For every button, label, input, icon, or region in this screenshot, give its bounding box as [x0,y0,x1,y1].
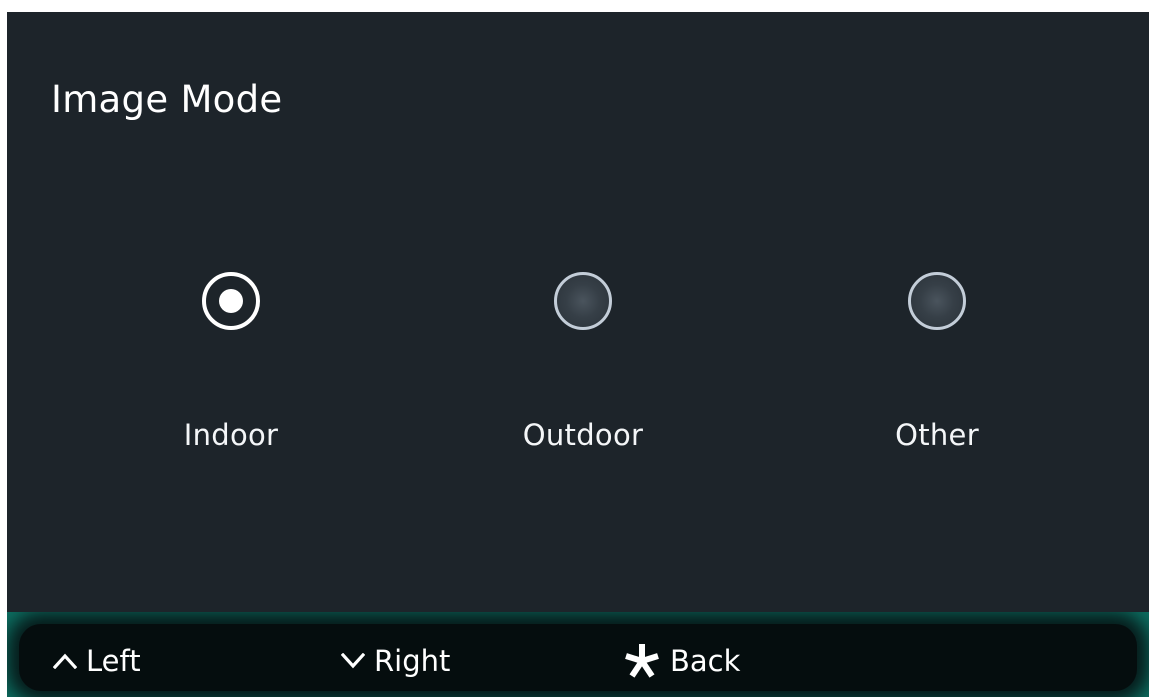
option-outdoor[interactable]: Outdoor [463,270,703,480]
back-key-hint[interactable]: Back [623,640,740,682]
option-indoor[interactable]: Indoor [111,270,351,480]
option-other[interactable]: Other [817,270,1057,480]
key-hint-bar: Left Right Back [7,612,1149,697]
radio-other[interactable] [908,272,966,330]
option-label-other: Other [895,418,979,452]
image-mode-screen: Image Mode Indoor Outdoor Other Left Rig… [7,12,1149,697]
option-label-indoor: Indoor [183,418,279,452]
image-mode-options: Indoor Outdoor Other [7,12,1149,612]
asterisk-icon [623,642,661,680]
option-label-outdoor: Outdoor [522,418,644,452]
right-key-hint[interactable]: Right [341,640,450,682]
radio-outdoor[interactable] [554,272,612,330]
back-key-label: Back [670,644,741,678]
left-key-hint[interactable]: Left [53,640,141,682]
radio-indoor-selected[interactable] [202,272,260,330]
chevron-down-icon [341,653,365,669]
left-key-label: Left [86,644,141,678]
chevron-up-icon [53,653,77,669]
right-key-label: Right [374,644,451,678]
